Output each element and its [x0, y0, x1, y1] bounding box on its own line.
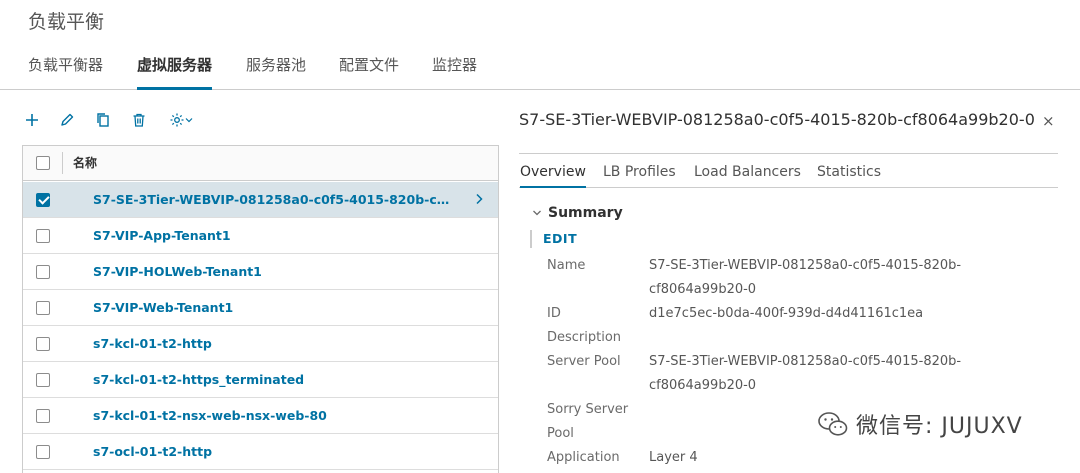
row-checkbox[interactable]: [36, 229, 50, 243]
pencil-icon: [61, 113, 74, 126]
trash-icon: [133, 113, 145, 127]
close-icon[interactable]: ×: [1042, 112, 1055, 130]
row-checkbox[interactable]: [36, 265, 50, 279]
tab-virtual-servers[interactable]: 虚拟服务器: [137, 54, 213, 90]
watermark: 微信号: JUJUXV: [818, 408, 1023, 440]
field-label-sorry-server-cont: Pool: [547, 426, 574, 441]
row-checkbox[interactable]: [36, 373, 50, 387]
table-row[interactable]: S7-VIP-HOLWeb-Tenant1: [23, 254, 498, 290]
field-value-id: d1e7c5ec-b0da-400f-939d-d4d41161c1ea: [649, 306, 924, 321]
field-label-sorry-server: Sorry Server: [547, 402, 629, 417]
row-name-link[interactable]: S7-SE-3Tier-WEBVIP-081258a0-c0f5-4015-82…: [93, 192, 453, 207]
delete-button[interactable]: [129, 108, 149, 132]
field-label-name: Name: [547, 258, 586, 273]
tab-overview[interactable]: Overview: [520, 164, 586, 188]
row-name-link[interactable]: s7-kcl-01-t2-https_terminated: [93, 372, 304, 387]
table-row[interactable]: s7-kcl-01-t2-https_terminated: [23, 362, 498, 398]
settings-dropdown-button[interactable]: [166, 108, 196, 132]
field-label-server-pool: Server Pool: [547, 354, 621, 369]
watermark-text: 微信号: JUJUXV: [856, 414, 1023, 439]
field-value-server-pool: S7-SE-3Tier-WEBVIP-081258a0-c0f5-4015-82…: [649, 354, 962, 369]
select-all-checkbox[interactable]: [36, 156, 50, 170]
chevron-down-icon: [533, 210, 541, 216]
row-checkbox[interactable]: [36, 445, 50, 459]
table-row[interactable]: S7-SE-3Tier-WEBVIP-081258a0-c0f5-4015-82…: [23, 182, 498, 218]
tab-profiles[interactable]: 配置文件: [339, 54, 399, 90]
table-row[interactable]: s7-ocl-01-t2-http: [23, 434, 498, 470]
table-row[interactable]: s7-kcl-01-t2-http: [23, 326, 498, 362]
tab-load-balancers[interactable]: 负载平衡器: [28, 54, 103, 90]
main-tabs: 负载平衡器 虚拟服务器 服务器池 配置文件 监控器: [0, 40, 1080, 90]
detail-title: S7-SE-3Tier-WEBVIP-081258a0-c0f5-4015-82…: [519, 110, 1035, 129]
field-value-name: S7-SE-3Tier-WEBVIP-081258a0-c0f5-4015-82…: [649, 258, 962, 273]
column-header-name[interactable]: 名称: [73, 154, 97, 171]
row-checkbox[interactable]: [36, 409, 50, 423]
row-name-link[interactable]: S7-VIP-App-Tenant1: [93, 228, 231, 243]
copy-icon: [97, 113, 109, 127]
tab-monitors[interactable]: 监控器: [432, 54, 477, 90]
row-name-link[interactable]: S7-VIP-HOLWeb-Tenant1: [93, 264, 262, 279]
row-name-link[interactable]: s7-kcl-01-t2-nsx-web-nsx-web-80: [93, 408, 327, 423]
tab-lb-profiles[interactable]: LB Profiles: [603, 164, 676, 188]
summary-label: Summary: [548, 205, 623, 221]
field-value-name-cont: cf8064a99b20-0: [649, 282, 757, 297]
table-row[interactable]: S7-VIP-App-Tenant1: [23, 218, 498, 254]
field-label-id: ID: [547, 306, 561, 321]
row-checkbox[interactable]: [36, 193, 50, 207]
detail-tabs: Overview LB Profiles Load Balancers Stat…: [519, 153, 1058, 188]
row-name-link[interactable]: s7-kcl-01-t2-http: [93, 336, 212, 351]
chevron-down-icon: [185, 118, 193, 123]
edit-button[interactable]: [57, 108, 77, 132]
tab-load-balancers-detail[interactable]: Load Balancers: [694, 164, 801, 188]
row-name-link[interactable]: S7-VIP-Web-Tenant1: [93, 300, 233, 315]
row-checkbox[interactable]: [36, 301, 50, 315]
summary-toggle[interactable]: Summary: [532, 205, 623, 221]
field-value-application: Layer 4: [649, 450, 698, 465]
add-button[interactable]: [22, 108, 42, 132]
field-label-description: Description: [547, 330, 622, 345]
grid-header: 名称: [23, 146, 498, 181]
chevron-right-icon[interactable]: [474, 193, 484, 205]
gear-icon: [170, 113, 184, 127]
table-row[interactable]: s7-kcl-01-t2-nsx-web-nsx-web-80: [23, 398, 498, 434]
row-name-link[interactable]: s7-ocl-01-t2-http: [93, 444, 212, 459]
table-row[interactable]: S7-VIP-Web-Tenant1: [23, 290, 498, 326]
wechat-icon: [818, 412, 848, 436]
copy-button[interactable]: [93, 108, 113, 132]
page-title: 负载平衡: [28, 11, 105, 33]
virtual-server-grid: 名称 S7-SE-3Tier-WEBVIP-081258a0-c0f5-4015…: [22, 145, 499, 473]
column-separator: [62, 152, 63, 174]
field-label-application: Application: [547, 450, 620, 465]
edit-button[interactable]: EDIT: [530, 230, 577, 248]
field-value-server-pool-cont: cf8064a99b20-0: [649, 378, 757, 393]
tab-statistics[interactable]: Statistics: [817, 164, 881, 188]
tab-server-pools[interactable]: 服务器池: [246, 54, 306, 90]
row-checkbox[interactable]: [36, 337, 50, 351]
plus-icon: [26, 114, 38, 126]
toolbar: [22, 108, 222, 132]
